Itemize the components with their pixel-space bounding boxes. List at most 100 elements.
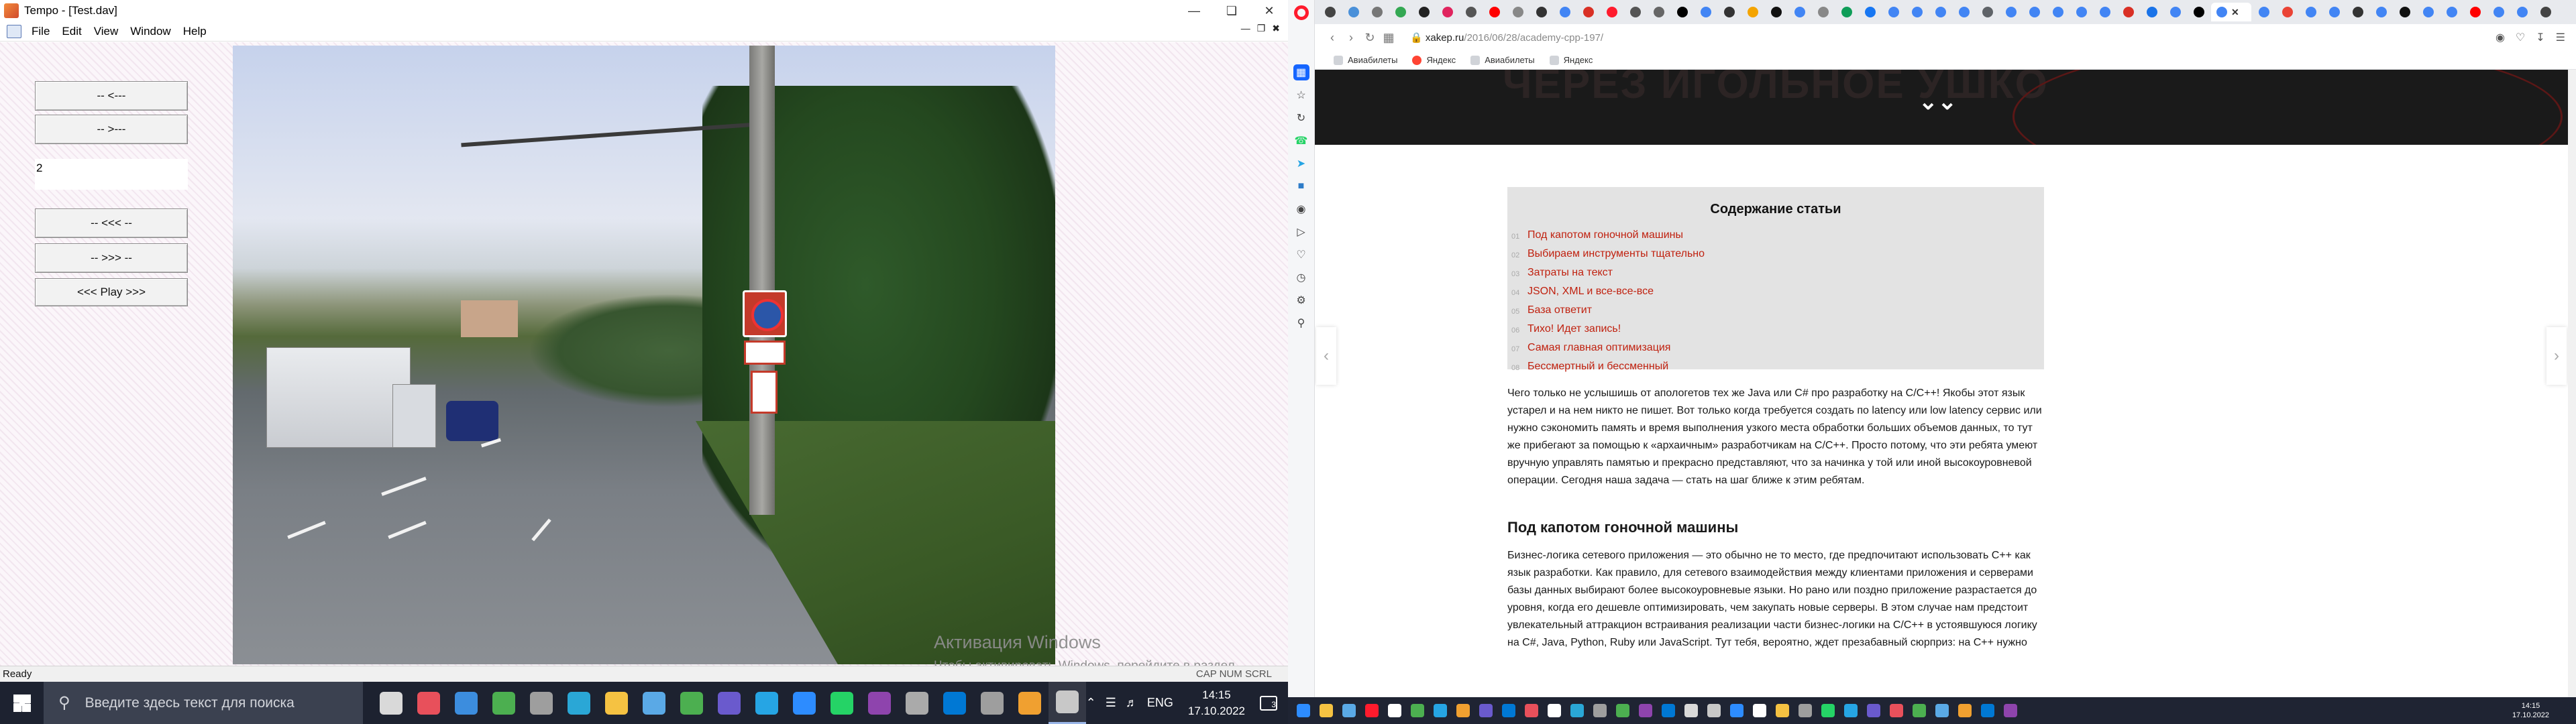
- browser-tab[interactable]: [2347, 3, 2369, 21]
- heart-icon[interactable]: ♡: [2516, 31, 2525, 44]
- bookmark-item[interactable]: Авиабилеты: [1334, 55, 1397, 65]
- menu-help[interactable]: Help: [177, 25, 213, 38]
- start-button[interactable]: [0, 682, 44, 724]
- bookmark-star-icon[interactable]: ☆: [1293, 87, 1309, 103]
- browser-tab[interactable]: [1413, 3, 1435, 21]
- browser-tab[interactable]: [1976, 3, 1998, 21]
- secondary-taskbar-app-icon[interactable]: [1452, 697, 1474, 724]
- secondary-taskbar-app-icon[interactable]: [1680, 697, 1703, 724]
- browser-tab[interactable]: [1788, 3, 1811, 21]
- camera-icon[interactable]: ◉: [2496, 31, 2505, 44]
- mdi-restore-button[interactable]: ❐: [1257, 23, 1266, 34]
- secondary-taskbar-app-icon[interactable]: [1589, 697, 1611, 724]
- menu-window[interactable]: Window: [124, 25, 176, 38]
- mdi-minimize-button[interactable]: —: [1241, 23, 1250, 34]
- heart-icon[interactable]: ♡: [1293, 247, 1309, 263]
- close-button[interactable]: ✕: [1250, 0, 1288, 21]
- browser-tab[interactable]: [1859, 3, 1881, 21]
- scroll-down-chevron-icon[interactable]: ⌄⌄: [1919, 88, 1957, 115]
- bookmark-item[interactable]: Яндекс: [1549, 55, 1593, 65]
- language-indicator[interactable]: ENG: [1147, 696, 1173, 710]
- secondary-taskbar-app-icon[interactable]: [1292, 697, 1315, 724]
- secondary-clock[interactable]: 14:15 17.10.2022: [2512, 701, 2549, 720]
- prev-article-arrow-icon[interactable]: ‹: [1316, 327, 1336, 385]
- secondary-taskbar-app-icon[interactable]: [1794, 697, 1817, 724]
- history-icon[interactable]: ↻: [1293, 110, 1309, 126]
- browser-tab[interactable]: [1741, 3, 1764, 21]
- location-icon[interactable]: ⚲: [1293, 315, 1309, 331]
- secondary-taskbar-app-icon[interactable]: [1657, 697, 1680, 724]
- toc-link[interactable]: Бессмертный и бессменный: [1527, 358, 1668, 377]
- forward-fast-button[interactable]: -- >>> --: [35, 243, 188, 273]
- toc-link[interactable]: Самая главная оптимизация: [1527, 339, 1670, 358]
- taskbar-app-icon[interactable]: [523, 682, 560, 724]
- toc-link[interactable]: Затраты на текст: [1527, 264, 1613, 283]
- taskbar-app-icon[interactable]: [1048, 682, 1086, 724]
- taskbar-app-icon[interactable]: [560, 682, 598, 724]
- taskbar-app-icon[interactable]: [485, 682, 523, 724]
- whatsapp-icon[interactable]: ☎: [1293, 133, 1309, 149]
- browser-tab[interactable]: [1765, 3, 1787, 21]
- clock-icon[interactable]: ◷: [1293, 269, 1309, 286]
- browser-tab[interactable]: [1718, 3, 1740, 21]
- document-icon[interactable]: [7, 24, 21, 38]
- telegram-icon[interactable]: ➤: [1293, 156, 1309, 172]
- secondary-taskbar-app-icon[interactable]: [1520, 697, 1543, 724]
- send-icon[interactable]: ▷: [1293, 224, 1309, 240]
- volume-icon[interactable]: ♬: [1126, 696, 1138, 710]
- browser-tab[interactable]: [2117, 3, 2139, 21]
- easy-setup-icon[interactable]: ☰: [2556, 31, 2565, 44]
- browser-tab[interactable]: [2070, 3, 2092, 21]
- secondary-taskbar-app-icon[interactable]: [1406, 697, 1429, 724]
- browser-tab[interactable]: [2188, 3, 2210, 21]
- download-icon[interactable]: ↧: [2536, 31, 2544, 44]
- browser-tab[interactable]: [1366, 3, 1388, 21]
- mdi-close-button[interactable]: ✖: [1272, 23, 1280, 34]
- secondary-taskbar-app-icon[interactable]: [1315, 697, 1338, 724]
- frame-number-field[interactable]: 2: [35, 159, 188, 190]
- browser-tab[interactable]: [2164, 3, 2186, 21]
- taskbar-app-icon[interactable]: [748, 682, 786, 724]
- secondary-taskbar-app-icon[interactable]: [1566, 697, 1589, 724]
- secondary-taskbar-app-icon[interactable]: [1429, 697, 1452, 724]
- browser-tab[interactable]: [2534, 3, 2557, 21]
- browser-tab[interactable]: [2323, 3, 2345, 21]
- menu-view[interactable]: View: [88, 25, 125, 38]
- browser-tab[interactable]: [1554, 3, 1576, 21]
- secondary-taskbar-app-icon[interactable]: [1360, 697, 1383, 724]
- browser-tab[interactable]: [2487, 3, 2510, 21]
- maximize-button[interactable]: ❏: [1213, 0, 1250, 21]
- toc-item[interactable]: 04 JSON, XML и все-все-все: [1511, 283, 2044, 302]
- toc-item[interactable]: 08 Бессмертный и бессменный: [1511, 358, 2044, 377]
- browser-tab[interactable]: [2000, 3, 2022, 21]
- taskbar-app-icon[interactable]: [973, 682, 1011, 724]
- browser-tab[interactable]: [1882, 3, 1904, 21]
- browser-tab[interactable]: [2511, 3, 2533, 21]
- toc-link[interactable]: Тихо! Идет запись!: [1527, 320, 1621, 339]
- taskbar-app-icon[interactable]: [447, 682, 485, 724]
- taskbar-app-icon[interactable]: [635, 682, 673, 724]
- secondary-taskbar-app-icon[interactable]: [1543, 697, 1566, 724]
- notification-center-button[interactable]: 3: [1260, 695, 1277, 711]
- browser-tab[interactable]: [1601, 3, 1623, 21]
- toc-item[interactable]: 01 Под капотом гоночной машины: [1511, 227, 2044, 245]
- back-icon[interactable]: ‹: [1323, 31, 1342, 45]
- secondary-taskbar-app-icon[interactable]: [1839, 697, 1862, 724]
- browser-tab[interactable]: [1624, 3, 1646, 21]
- browser-tab[interactable]: [1342, 3, 1364, 21]
- browser-tab[interactable]: [1953, 3, 1975, 21]
- bookmark-item[interactable]: Яндекс: [1412, 55, 1456, 65]
- secondary-taskbar-app-icon[interactable]: [1908, 697, 1931, 724]
- toc-item[interactable]: 07 Самая главная оптимизация: [1511, 339, 2044, 358]
- secondary-taskbar-app-icon[interactable]: [1497, 697, 1520, 724]
- browser-tab[interactable]: [2394, 3, 2416, 21]
- secondary-taskbar-app-icon[interactable]: [1931, 697, 1953, 724]
- toc-link[interactable]: Выбираем инструменты тщательно: [1527, 245, 1705, 264]
- taskbar-app-icon[interactable]: [710, 682, 748, 724]
- browser-tab[interactable]: [2300, 3, 2322, 21]
- toc-link[interactable]: JSON, XML и все-все-все: [1527, 283, 1654, 302]
- opera-logo-icon[interactable]: [1293, 5, 1309, 20]
- forward-icon[interactable]: ›: [1342, 31, 1360, 45]
- browser-tab[interactable]: [1929, 3, 1951, 21]
- browser-tab[interactable]: [2440, 3, 2463, 21]
